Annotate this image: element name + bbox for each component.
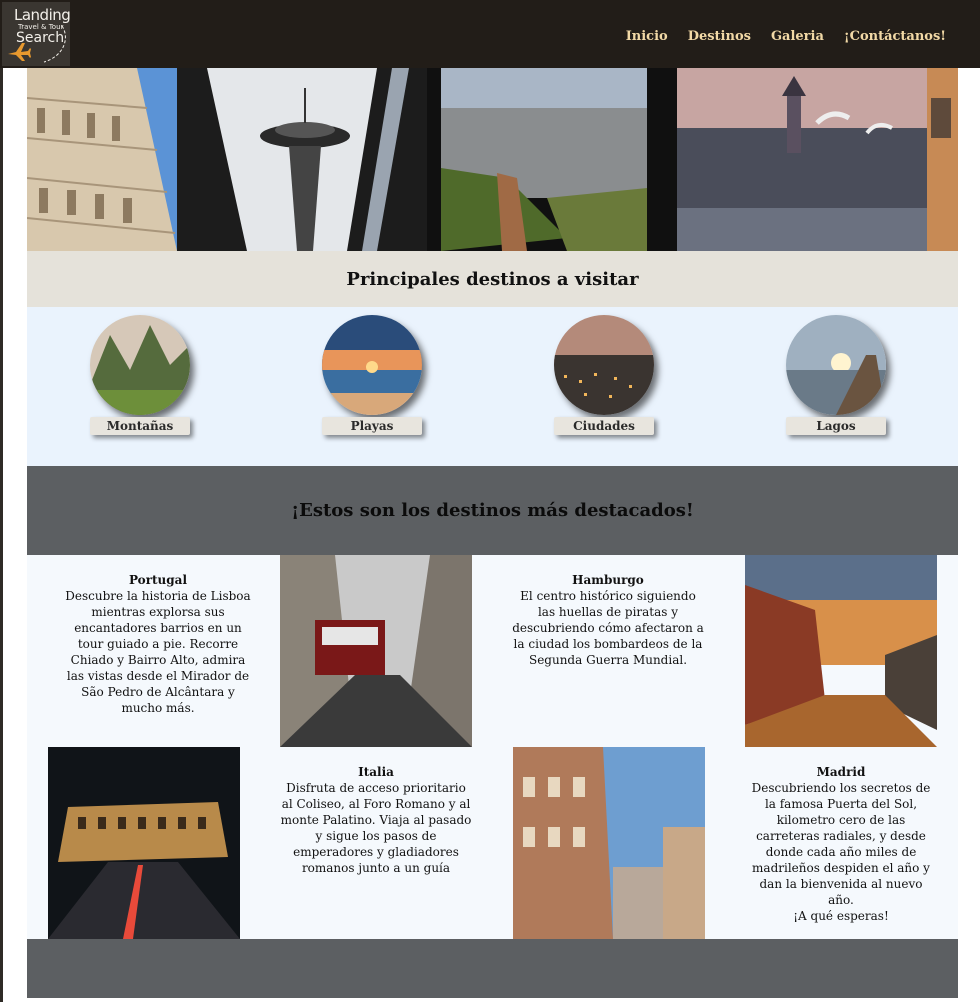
page-edge (0, 68, 3, 1002)
logo-line1: Landing (14, 6, 71, 24)
category-label-beaches: Playas (322, 417, 422, 435)
category-lakes[interactable]: Lagos (781, 315, 891, 435)
destination-name-portugal: Portugal (128, 573, 188, 587)
category-photo-cities (554, 315, 654, 415)
photo-lisbon-tram (280, 555, 472, 747)
category-photo-beaches (322, 315, 422, 415)
photo-rome-colosseum (48, 747, 240, 939)
category-photo-mountains (90, 315, 190, 415)
banner-photo-jaipur (427, 68, 677, 251)
category-label-cities: Ciudades (554, 417, 654, 435)
banner-photo-space-needle (177, 68, 427, 251)
destination-name-italia: Italia (358, 765, 394, 779)
page-content: Principales destinos a visitar Montañas … (27, 68, 958, 998)
destination-text-madrid: Descubriendo los secretos de la famosa P… (751, 781, 931, 907)
destination-extra-madrid: ¡A qué esperas! (793, 909, 889, 923)
category-mountains[interactable]: Montañas (85, 315, 195, 435)
category-photo-lakes (786, 315, 886, 415)
nav-destinos[interactable]: Destinos (688, 29, 751, 44)
site-logo[interactable]: Landing Travel & Tour Search (2, 2, 71, 66)
destination-card-hamburgo: Hamburgo El centro histórico siguiendo l… (512, 572, 704, 668)
airplane-icon (8, 43, 31, 61)
dashed-arc-icon (43, 25, 66, 63)
footer (27, 939, 958, 998)
nav-inicio[interactable]: Inicio (626, 29, 668, 44)
category-label-lakes: Lagos (786, 417, 886, 435)
photo-madrid-street (513, 747, 705, 939)
nav-contactanos[interactable]: ¡Contáctanos! (844, 29, 946, 44)
destination-card-madrid: Madrid Descubriendo los secretos de la f… (745, 764, 937, 924)
banner-strip (27, 68, 958, 251)
destination-card-italia: Italia Disfruta de acceso prioritario al… (280, 764, 472, 876)
category-beaches[interactable]: Playas (317, 315, 427, 435)
photo-hamburg-canal (745, 555, 937, 747)
featured-title: ¡Estos son los destinos más destacados! (27, 466, 958, 555)
navbar: Landing Travel & Tour Search Inicio Dest… (0, 0, 980, 68)
banner-photo-edge (927, 68, 958, 251)
category-cities[interactable]: Ciudades (549, 315, 659, 435)
banner-photo-pisa (27, 68, 177, 251)
destination-text-hamburgo: El centro histórico siguiendo las huella… (512, 589, 704, 667)
destinations-grid: Portugal Descubre la historia de Lisboa … (27, 555, 958, 939)
nav-galeria[interactable]: Galeria (771, 29, 824, 44)
destination-text-portugal: Descubre la historia de Lisboa mientras … (65, 589, 251, 715)
category-label-mountains: Montañas (90, 417, 190, 435)
destination-name-madrid: Madrid (816, 765, 866, 779)
main-nav: Inicio Destinos Galeria ¡Contáctanos! (626, 29, 946, 44)
destination-name-hamburgo: Hamburgo (572, 573, 644, 587)
main-section-title: Principales destinos a visitar (27, 251, 958, 307)
banner-photo-istanbul (677, 68, 927, 251)
category-row: Montañas Playas Ciudades Lagos (27, 307, 958, 466)
destination-card-portugal: Portugal Descubre la historia de Lisboa … (62, 572, 254, 716)
destination-text-italia: Disfruta de acceso prioritario al Colise… (280, 781, 472, 875)
